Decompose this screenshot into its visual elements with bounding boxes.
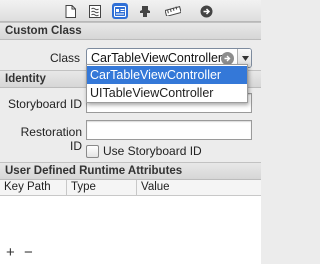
class-value[interactable]: CarTableViewController <box>91 51 222 65</box>
attributes-inspector-icon[interactable] <box>137 3 153 19</box>
size-inspector-icon[interactable] <box>165 3 181 19</box>
column-type[interactable]: Type <box>67 180 137 196</box>
storyboard-id-label: Storyboard ID <box>7 97 82 111</box>
runtime-attributes-column-header: Key Path Type Value <box>0 180 261 196</box>
connections-inspector-icon[interactable] <box>198 3 214 19</box>
file-inspector-icon[interactable] <box>62 3 78 19</box>
remove-attribute-button[interactable]: − <box>24 245 33 261</box>
use-storyboard-id-label[interactable]: Use Storyboard ID <box>103 144 202 158</box>
runtime-attributes-header: User Defined Runtime Attributes <box>0 162 261 180</box>
runtime-attributes-table[interactable] <box>0 196 261 242</box>
inspector-toolbar <box>0 0 261 22</box>
class-dropdown-list: CarTableViewController UITableViewContro… <box>86 64 248 103</box>
use-storyboard-id-checkbox[interactable] <box>86 145 99 158</box>
column-value[interactable]: Value <box>137 180 261 196</box>
quick-help-icon[interactable] <box>87 3 103 19</box>
identity-inspector-icon[interactable] <box>112 3 128 19</box>
column-key-path[interactable]: Key Path <box>0 180 67 196</box>
dropdown-option-uitableviewcontroller[interactable]: UITableViewController <box>87 84 247 102</box>
restoration-id-label: Restoration ID <box>20 125 82 153</box>
custom-class-header: Custom Class <box>0 22 261 40</box>
class-label: Class <box>49 51 80 65</box>
dropdown-option-cartableviewcontroller[interactable]: CarTableViewController <box>87 66 247 84</box>
restoration-id-field[interactable] <box>86 120 252 140</box>
add-attribute-button[interactable]: + <box>6 245 15 261</box>
runtime-attributes-footer: + − <box>0 242 261 264</box>
